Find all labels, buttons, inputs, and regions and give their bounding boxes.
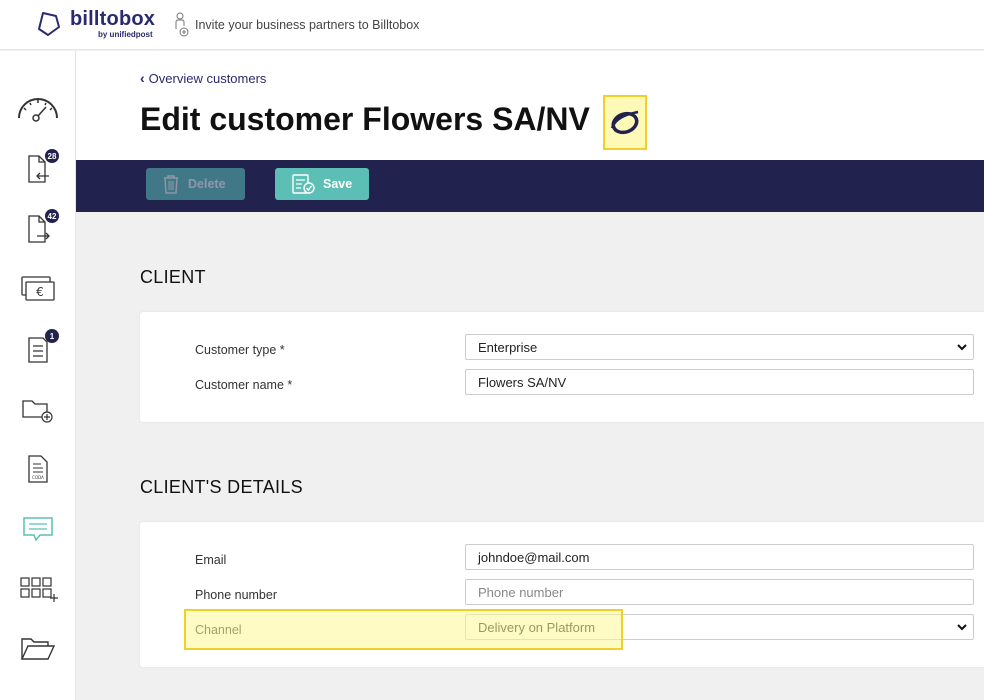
save-button[interactable]: Save [275,168,369,200]
billtobox-logo[interactable]: billtobox by unifiedpost [36,9,155,39]
save-label: Save [323,177,353,191]
phone-label: Phone number [195,588,278,602]
client-card: Customer type * Enterprise Customer name… [140,312,984,422]
client-section-title: CLIENT [140,267,206,287]
customer-name-value: Flowers SA/NV [478,374,567,390]
invite-partners-link[interactable]: Invite your business partners to Billtob… [175,12,419,38]
sidebar-item-messages[interactable] [15,509,61,549]
email-field[interactable]: johndoe@mail.com [465,544,974,570]
action-toolbar: Delete Save [76,160,984,212]
sidebar-item-payments[interactable]: € [15,269,61,309]
outgoing-count-badge: 42 [45,209,59,223]
breadcrumb-back-link[interactable]: ‹ Overview customers [140,70,266,86]
channel-label: Channel [195,623,242,637]
billtobox-network-icon [610,110,639,134]
sidebar-item-archive[interactable] [15,629,61,669]
chevron-down-icon [957,344,967,351]
sidebar-item-tasks[interactable]: 1 [15,329,61,369]
open-folder-icon [20,638,56,660]
trash-icon [164,175,178,194]
coda-document-icon: CODA [28,455,48,483]
customer-type-label: Customer type * [195,343,285,357]
sidebar-item-outgoing-documents[interactable]: 42 [15,209,61,249]
main-content: ‹ Overview customers Edit customer Flowe… [76,51,984,700]
channel-select[interactable]: Delivery on Platform [465,614,974,640]
svg-text:CODA: CODA [32,475,44,480]
chevron-left-icon: ‹ [140,70,145,86]
sidebar-item-coda[interactable]: CODA [15,449,61,489]
invite-text: Invite your business partners to Billtob… [195,18,420,32]
sidebar-item-dashboard[interactable] [15,89,61,129]
save-document-icon [292,174,315,194]
phone-number-field[interactable]: Phone number [465,579,974,605]
delete-label: Delete [188,177,226,191]
sidebar: 28 42 € 1 CODA [0,51,76,700]
page-title: Edit customer Flowers SA/NV [140,101,590,137]
partner-network-icon-highlight[interactable] [603,95,647,150]
incoming-count-badge: 28 [45,149,59,163]
details-section-title: CLIENT'S DETAILS [140,477,303,497]
chevron-down-icon [957,624,967,631]
breadcrumb-label: Overview customers [148,70,267,86]
page-header: ‹ Overview customers Edit customer Flowe… [76,51,984,160]
brand-name: billtobox [70,8,156,30]
invite-user-icon [175,12,189,37]
customer-name-label: Customer name * [195,378,293,392]
message-icon [23,517,53,542]
svg-text:€: € [36,285,44,299]
brand-sub: by unifiedpost [98,30,153,39]
phone-placeholder: Phone number [478,584,564,600]
sidebar-item-incoming-documents[interactable]: 28 [15,149,61,189]
email-label: Email [195,553,227,567]
logo-icon [38,12,60,36]
euro-card-icon: € [21,276,55,301]
folder-add-icon [22,400,53,423]
customer-type-value: Enterprise [478,339,538,355]
sidebar-item-add-folder[interactable] [15,389,61,429]
top-bar: billtobox by unifiedpost Invite your bus… [0,0,984,50]
customer-type-select[interactable]: Enterprise [465,334,974,360]
sidebar-item-apps[interactable] [15,569,61,609]
tasks-count-badge: 1 [45,329,59,343]
channel-value: Delivery on Platform [478,619,596,635]
speedometer-icon [18,98,58,122]
details-card: Email johndoe@mail.com Phone number Phon… [140,522,984,667]
delete-button[interactable]: Delete [146,168,245,200]
customer-name-input[interactable]: Flowers SA/NV [465,369,974,395]
email-value: johndoe@mail.com [478,549,590,565]
apps-grid-icon [20,577,58,602]
